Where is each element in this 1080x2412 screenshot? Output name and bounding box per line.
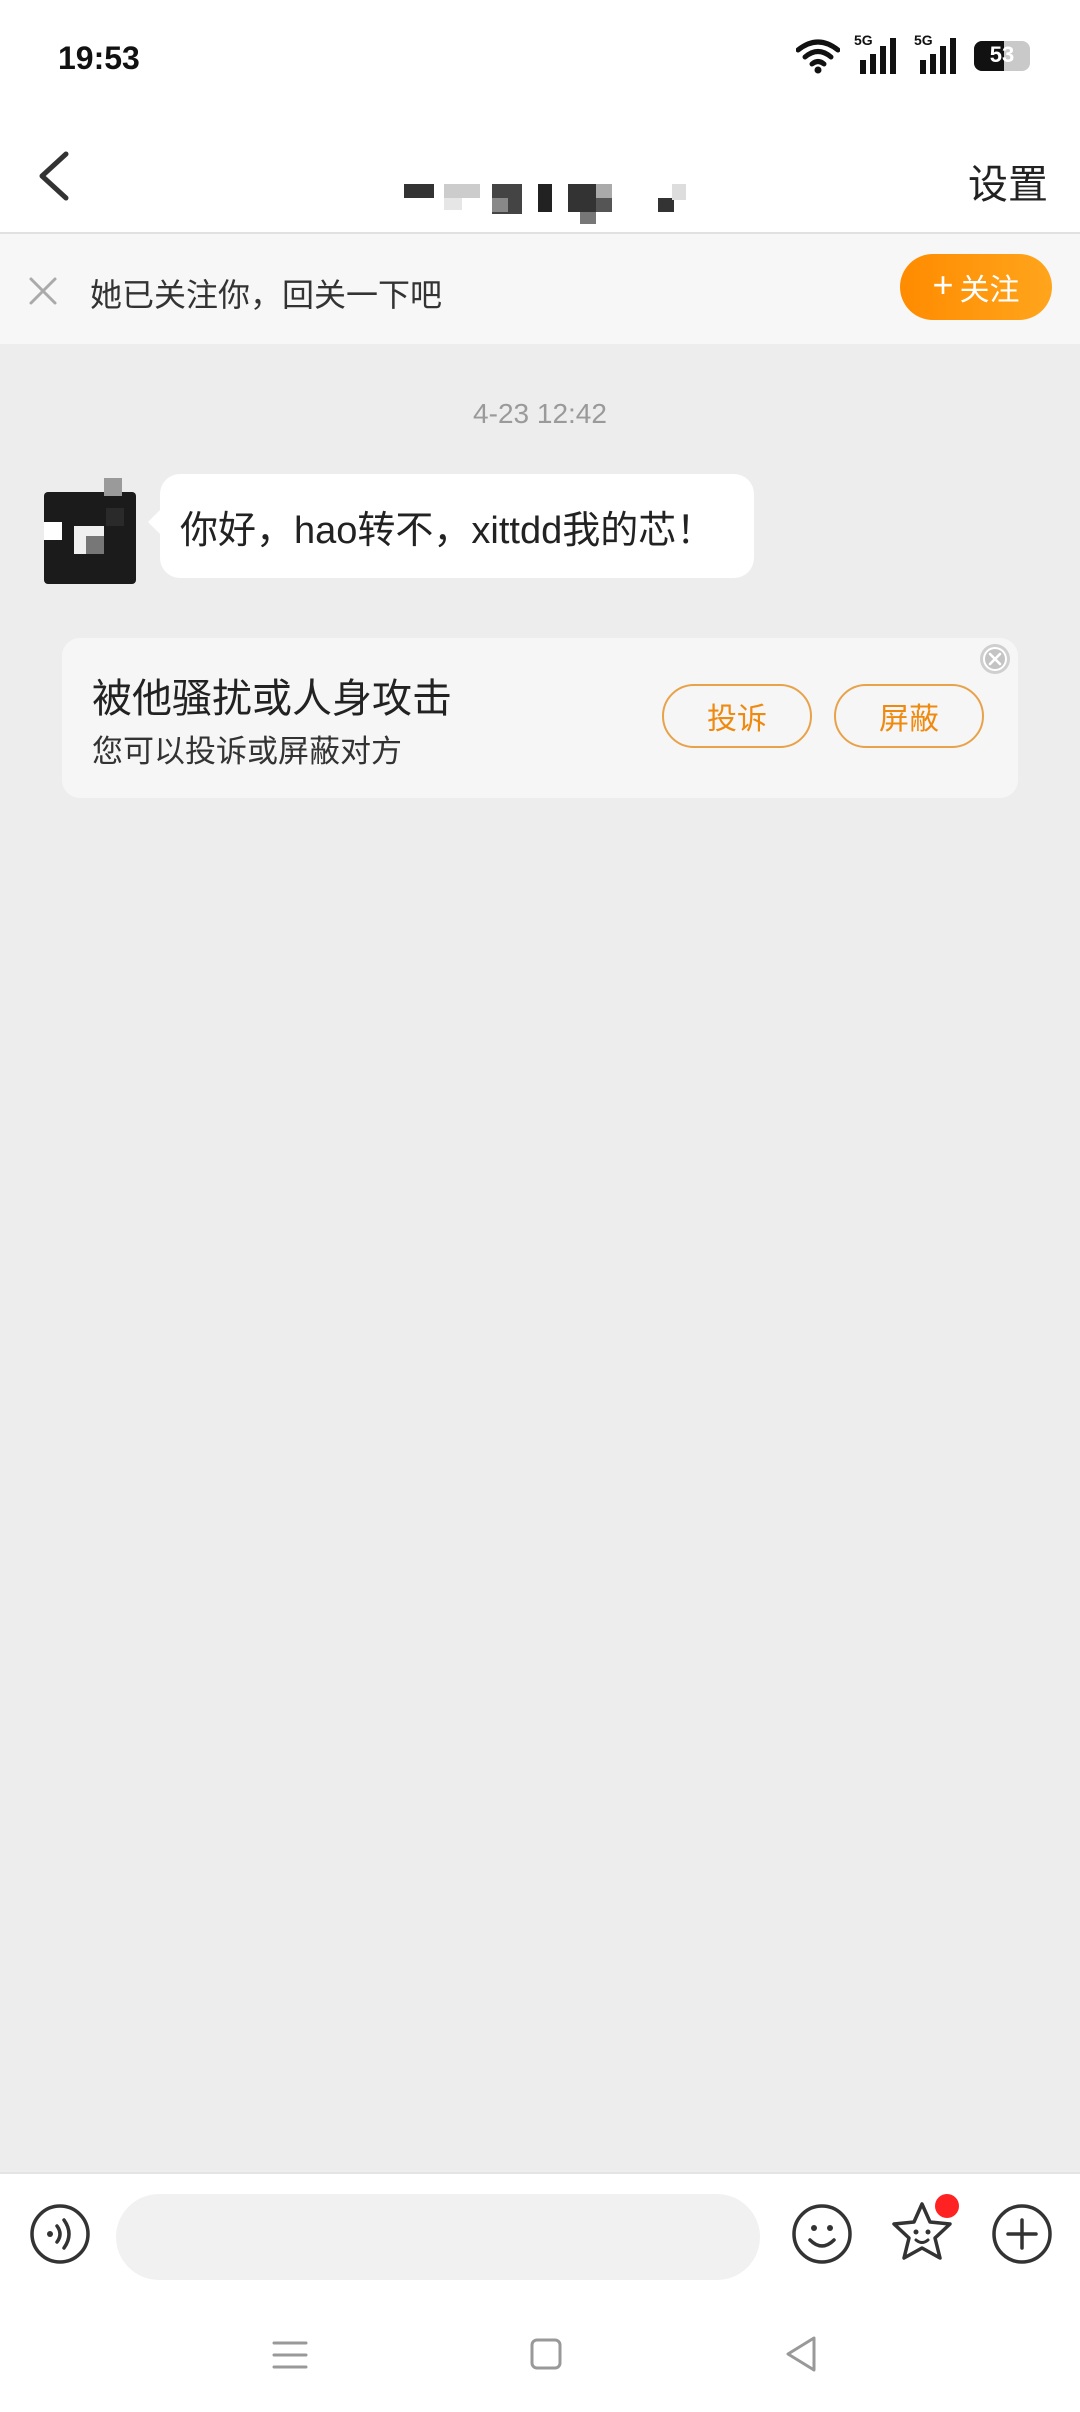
emoji-icon[interactable] [790,2202,854,2266]
close-circle-icon[interactable] [978,642,1012,676]
wifi-icon [796,39,840,74]
system-navigation-bar [0,2298,1080,2412]
back-triangle-icon[interactable] [784,2334,818,2374]
report-button[interactable]: 投诉 [662,684,812,748]
follow-back-banner: 她已关注你，回关一下吧 + 关注 [0,234,1080,344]
block-button[interactable]: 屏蔽 [834,684,984,748]
notification-dot [935,2194,959,2218]
message-bubble[interactable]: 你好，hao转不，xittdd我的芯！ [147,474,755,578]
plus-circle-icon[interactable] [990,2202,1054,2266]
follow-button[interactable]: + 关注 [900,254,1052,320]
voice-icon[interactable] [28,2202,92,2266]
message-input[interactable] [116,2194,760,2280]
signal-icon-1: 5G [854,32,900,76]
status-bar: 19:53 5G 5G 53 [0,0,1080,120]
battery-icon: 53 [974,41,1030,71]
contact-name-redacted [400,160,700,224]
report-card-title: 被他骚扰或人身攻击 [92,677,452,721]
follow-button-label: 关注 [959,274,1020,307]
message-input-bar [0,2172,1080,2300]
harassment-report-card: 被他骚扰或人身攻击 您可以投诉或屏蔽对方 投诉 屏蔽 [62,638,1018,798]
settings-button[interactable]: 设置 [968,152,1048,210]
plus-icon: + [932,264,954,305]
status-time: 19:53 [58,40,140,76]
avatar[interactable] [44,478,136,584]
menu-icon[interactable] [270,2338,310,2372]
home-icon[interactable] [528,2336,564,2372]
report-card-subtitle: 您可以投诉或屏蔽对方 [92,734,402,769]
chat-header: 设置 [0,120,1080,234]
status-icons: 5G 5G 53 [796,32,1030,76]
follow-back-text: 她已关注你，回关一下吧 [90,277,443,313]
chevron-left-icon[interactable] [28,144,88,208]
signal-icon-2: 5G [914,32,960,76]
message-text: 你好，hao转不，xittdd我的芯！ [180,509,715,552]
message-timestamp: 4-23 12:42 [473,398,607,429]
close-icon[interactable] [26,274,60,308]
